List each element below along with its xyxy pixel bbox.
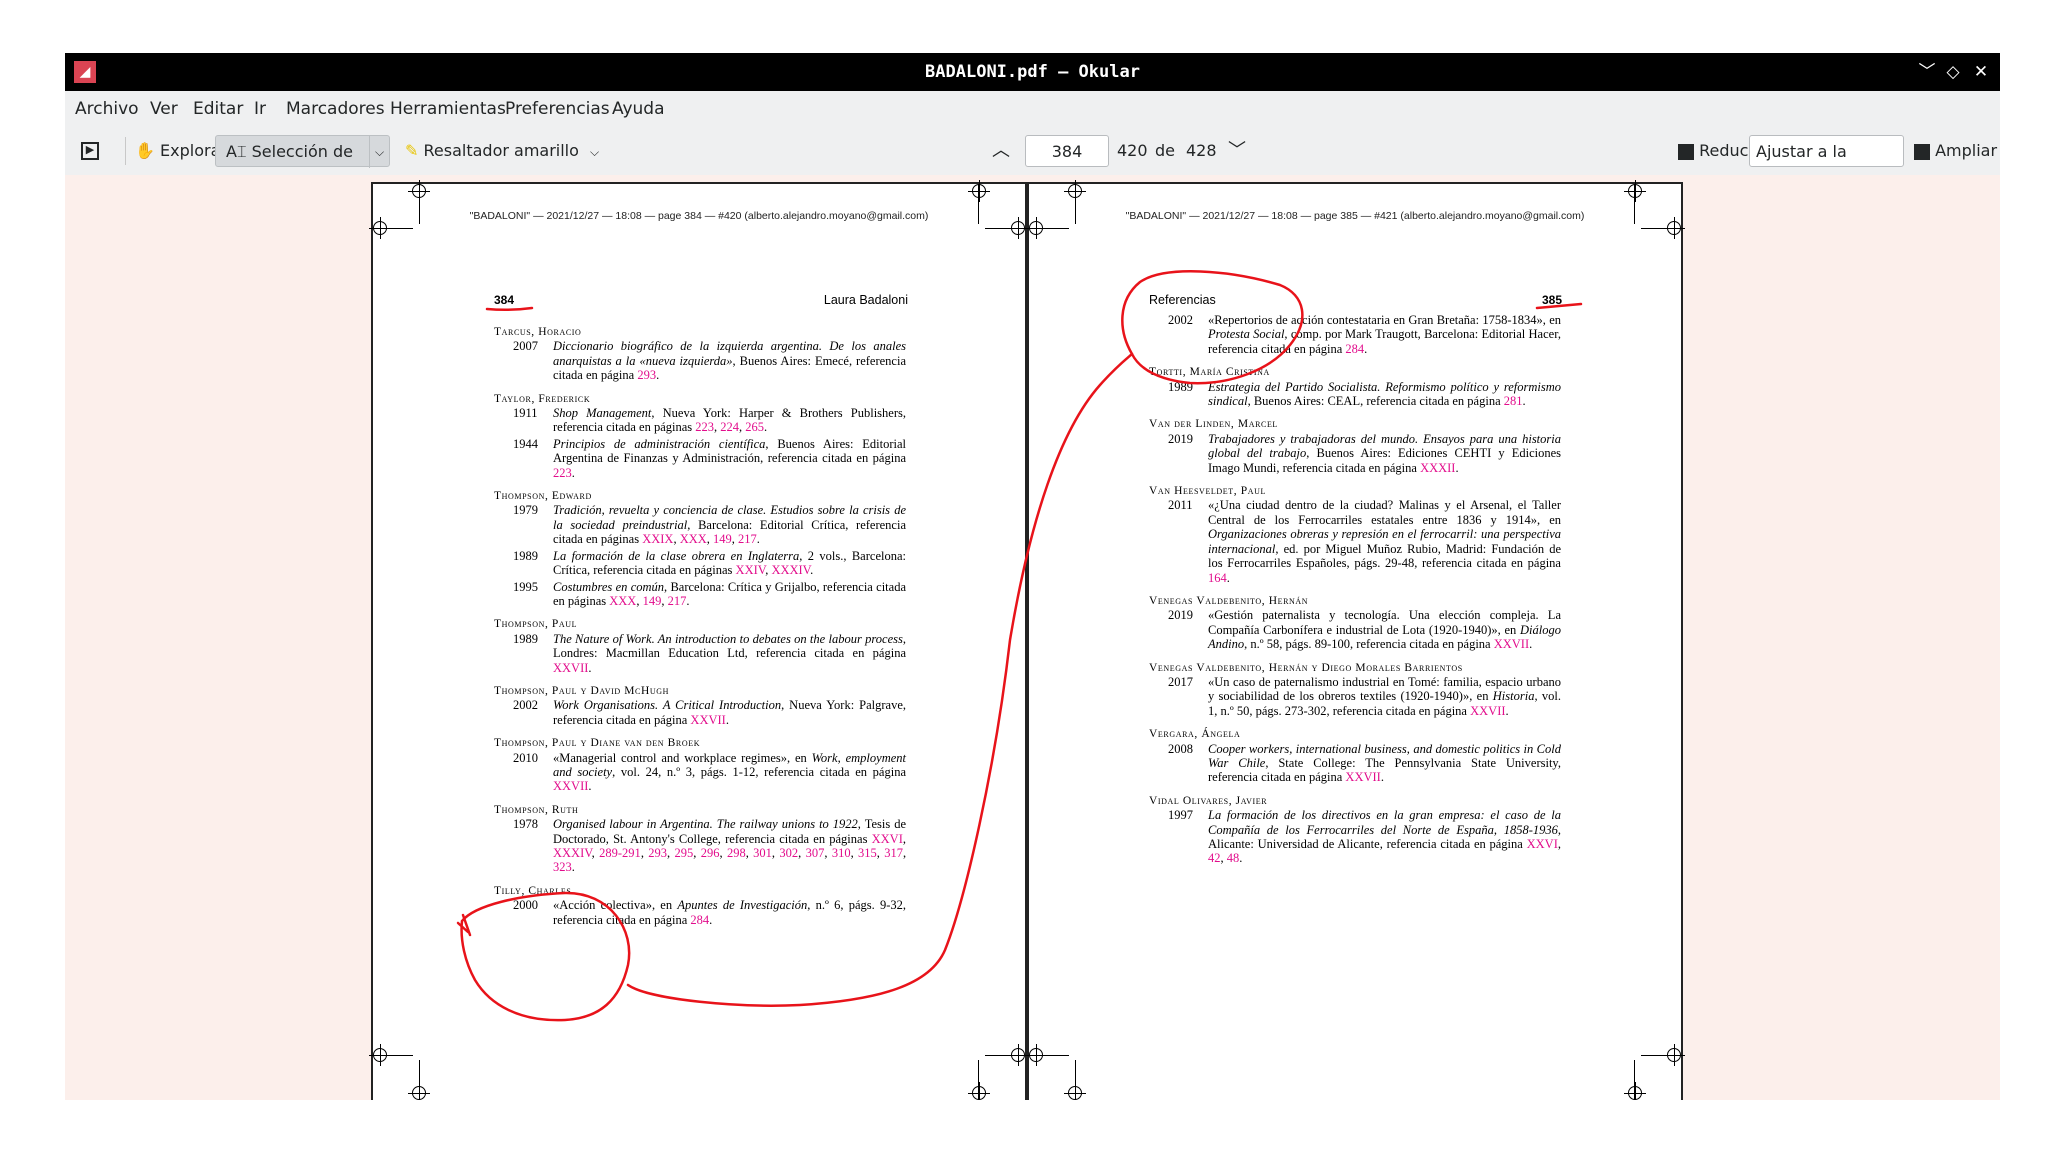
zoom-in-label: Ampliar — [1935, 141, 1998, 160]
text-cursor-icon: A⌶ — [226, 142, 247, 161]
menu-bar: Archivo Ver Editar Ir Marcadores Herrami… — [65, 91, 2000, 127]
zoom-out-button[interactable]: Reducir — [1678, 135, 1759, 167]
zoom-in-button[interactable]: Ampliar — [1914, 135, 1997, 167]
highlighter-icon: ✎ — [405, 141, 419, 160]
menu-preferencias[interactable]: Preferencias — [505, 91, 610, 127]
total-pages: 428 — [1186, 141, 1217, 160]
next-page-icon[interactable]: ﹀ — [1228, 135, 1246, 167]
menu-archivo[interactable]: Archivo — [75, 91, 139, 127]
menu-ver[interactable]: Ver — [150, 91, 178, 127]
menu-marcadores[interactable]: Marcadores — [286, 91, 385, 127]
running-head: Laura Badaloni — [823, 293, 908, 307]
highlighter-label: Resaltador amarillo — [423, 141, 579, 160]
pdf-page-385: "BADALONI" — 2021/12/27 — 18:08 — page 3… — [1025, 180, 1685, 1100]
highlighter-button[interactable]: ✎ Resaltador amarillo ⌵ — [405, 135, 599, 167]
hand-icon: ✋ — [135, 141, 155, 160]
page-number: 384 — [494, 293, 515, 307]
explore-button[interactable]: ✋ Explorar — [135, 135, 227, 167]
page-label: 420 — [1117, 141, 1148, 160]
menu-ir[interactable]: Ir — [254, 91, 266, 127]
main-toolbar: ▶ ✋ Explorar A⌶ Selección de texto⌵ ✎ Re… — [65, 129, 2000, 193]
page-number: 385 — [1541, 293, 1562, 307]
close-button[interactable]: ✕ — [1966, 57, 1996, 87]
menu-editar[interactable]: Editar — [193, 91, 243, 127]
previous-page-icon[interactable]: ︿ — [992, 135, 1010, 167]
chevron-down-icon[interactable]: ⌵ — [369, 136, 389, 168]
text-selection-button[interactable]: A⌶ Selección de texto⌵ — [215, 135, 390, 193]
bibliography-column: 2002 «Repertorios de acción contestataria… — [1149, 313, 1561, 866]
document-viewport[interactable]: "BADALONI" — 2021/12/27 — 18:08 — page 3… — [65, 175, 2000, 1100]
maximize-button[interactable]: ◇ — [1938, 57, 1968, 87]
okular-window: ◢ BADALONI.pdf — Okular ﹀ ◇ ✕ Archivo Ve… — [65, 53, 2000, 1100]
pdf-page-384: "BADALONI" — 2021/12/27 — 18:08 — page 3… — [369, 180, 1029, 1100]
title-bar: ◢ BADALONI.pdf — Okular ﹀ ◇ ✕ — [65, 53, 2000, 91]
zoom-in-icon — [1914, 143, 1930, 160]
page-number-input[interactable]: 384 — [1025, 135, 1109, 167]
sidebar-toggle-icon[interactable]: ▶ — [81, 142, 99, 160]
page-header: "BADALONI" — 2021/12/27 — 18:08 — page 3… — [1125, 210, 1585, 222]
toolbar-separator — [125, 137, 126, 165]
of-label: de — [1155, 141, 1175, 160]
menu-herramientas[interactable]: Herramientas — [390, 91, 506, 127]
bibliography-column: Tarcus, Horacio 2007 Diccionario biográfi… — [494, 326, 907, 927]
zoom-mode-select[interactable]: Ajustar a la página⌵ — [1749, 135, 1904, 193]
chevron-down-icon[interactable]: ⌵ — [590, 145, 599, 159]
page-header: "BADALONI" — 2021/12/27 — 18:08 — page 3… — [469, 210, 929, 222]
menu-ayuda[interactable]: Ayuda — [612, 91, 665, 127]
running-head: Referencias — [1149, 293, 1216, 307]
window-title: BADALONI.pdf — Okular — [925, 62, 1140, 82]
zoom-out-icon — [1678, 143, 1694, 160]
